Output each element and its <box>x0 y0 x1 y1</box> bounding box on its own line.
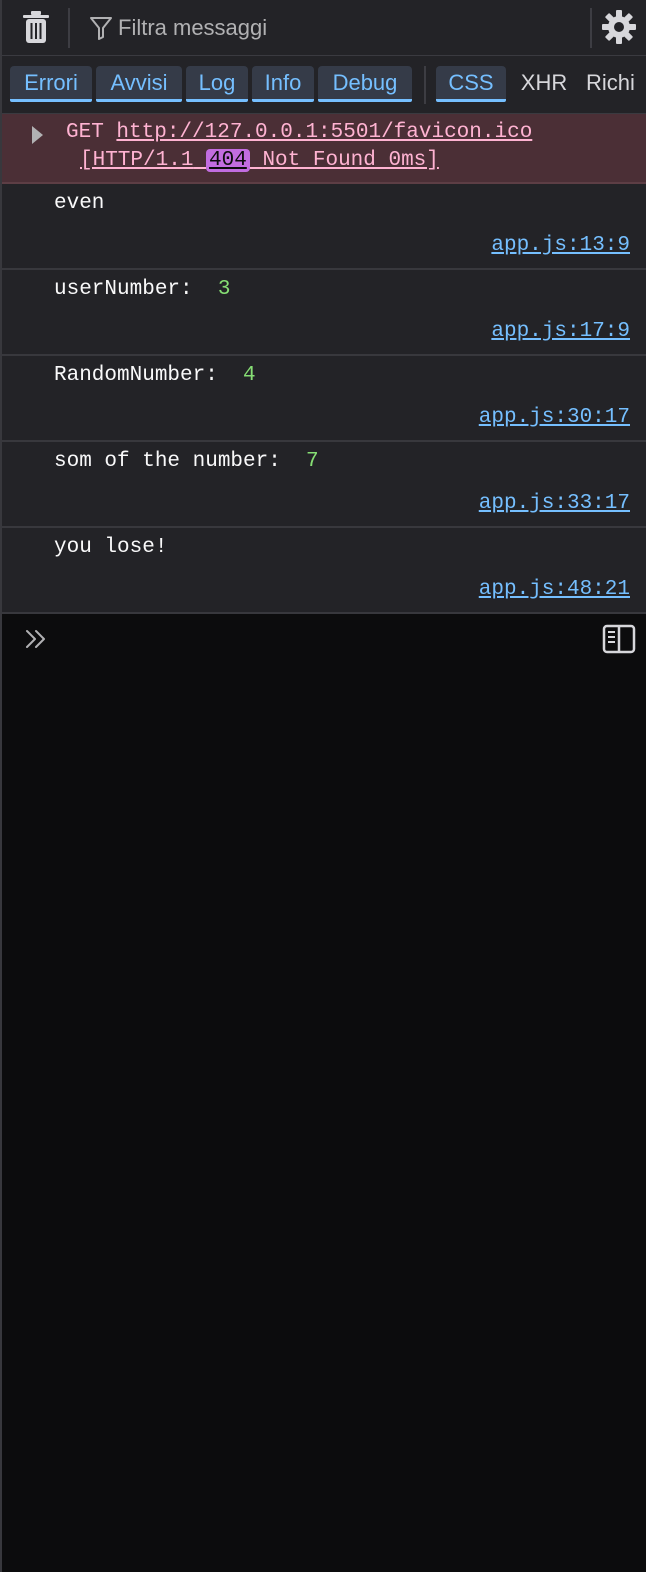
message-text: RandomNumber: 4 <box>54 364 256 387</box>
filter-requests-button[interactable]: Richi <box>586 66 646 102</box>
gear-icon[interactable] <box>602 10 636 44</box>
number-value: 4 <box>243 364 256 387</box>
log-message: RandomNumber: 4 app.js:30:17 <box>2 356 646 442</box>
javascript-input[interactable] <box>62 622 586 658</box>
request-url-link[interactable]: http://127.0.0.1:5501/favicon.ico <box>116 121 532 144</box>
filter-messages-input[interactable] <box>118 12 578 44</box>
source-link[interactable]: app.js:13:9 <box>491 234 630 257</box>
filter-warnings-button[interactable]: Avvisi <box>96 66 182 102</box>
network-error-message: GET http://127.0.0.1:5501/favicon.ico [H… <box>2 114 646 184</box>
sidebar-toggle-icon[interactable] <box>602 624 636 654</box>
number-value: 7 <box>306 450 319 473</box>
log-message: you lose! app.js:48:21 <box>2 528 646 614</box>
log-message: userNumber: 3 app.js:17:9 <box>2 270 646 356</box>
message-text: you lose! <box>54 536 168 559</box>
toolbar-divider <box>68 8 70 48</box>
source-link[interactable]: app.js:48:21 <box>479 578 630 601</box>
expand-arrow-icon[interactable] <box>32 126 43 144</box>
request-protocol: [HTTP/1.1 <box>80 149 194 172</box>
console-input-area <box>2 614 646 1572</box>
filter-buttons-bar: Errori Avvisi Log Info Debug CSS XHR Ric… <box>2 56 646 114</box>
log-message: som of the number: 7 app.js:33:17 <box>2 442 646 528</box>
error-status-line[interactable]: [HTTP/1.1 404 Not Found 0ms] <box>80 149 439 172</box>
source-link[interactable]: app.js:30:17 <box>479 406 630 429</box>
message-text: userNumber: 3 <box>54 278 231 301</box>
filter-css-button[interactable]: CSS <box>436 66 506 102</box>
message-text: som of the number: 7 <box>54 450 319 473</box>
filter-xhr-button[interactable]: XHR <box>512 66 576 102</box>
filter-info-button[interactable]: Info <box>252 66 314 102</box>
error-request-line: GET http://127.0.0.1:5501/favicon.ico <box>66 121 532 144</box>
funnel-icon <box>90 17 112 40</box>
message-text: even <box>54 192 105 215</box>
source-link[interactable]: app.js:33:17 <box>479 492 630 515</box>
toolbar-divider <box>590 8 592 48</box>
filter-debug-button[interactable]: Debug <box>318 66 412 102</box>
status-badge: 404 <box>206 149 250 172</box>
source-link[interactable]: app.js:17:9 <box>491 320 630 343</box>
status-text: Not Found 0ms] <box>262 149 439 172</box>
filter-errors-button[interactable]: Errori <box>10 66 92 102</box>
trash-icon[interactable] <box>22 10 50 44</box>
request-method: GET <box>66 121 104 144</box>
filter-log-button[interactable]: Log <box>186 66 248 102</box>
log-message: even app.js:13:9 <box>2 184 646 270</box>
console-messages: GET http://127.0.0.1:5501/favicon.ico [H… <box>2 114 646 614</box>
filter-divider <box>424 66 426 104</box>
devtools-console: Errori Avvisi Log Info Debug CSS XHR Ric… <box>0 0 646 1572</box>
double-chevron-right-icon <box>26 630 45 648</box>
number-value: 3 <box>217 278 231 301</box>
console-toolbar <box>2 0 646 56</box>
